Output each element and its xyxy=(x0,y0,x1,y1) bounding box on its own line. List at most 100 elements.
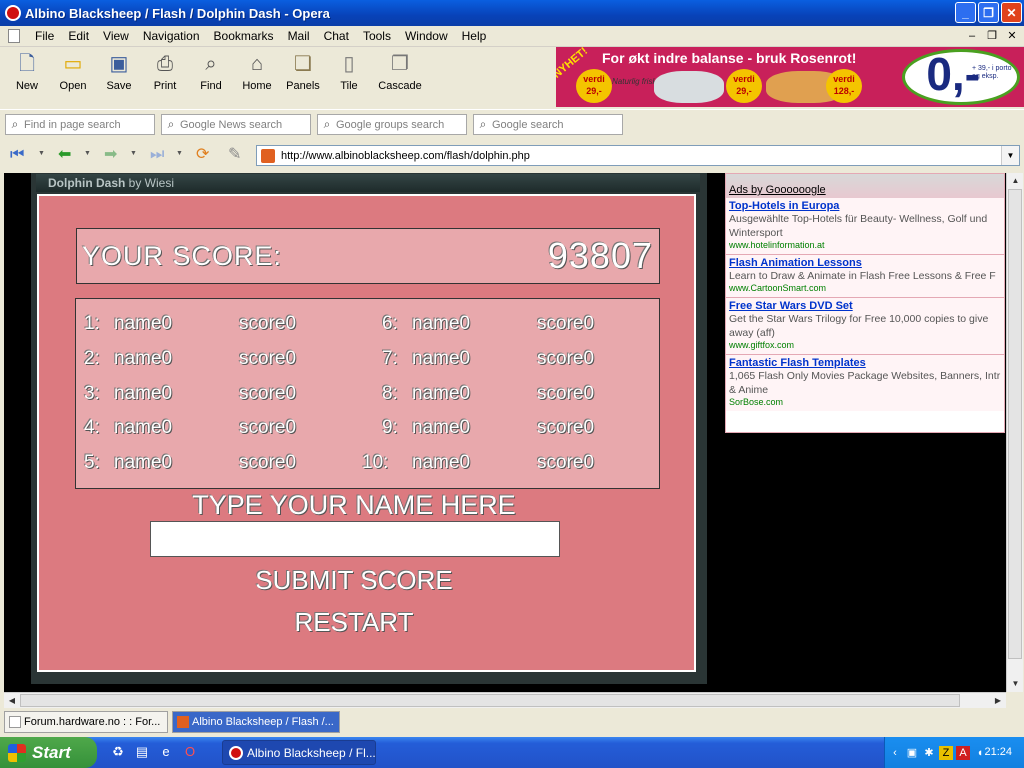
vertical-scroll-thumb[interactable] xyxy=(1008,189,1022,659)
opera-quicklaunch-icon[interactable]: O xyxy=(182,744,198,760)
score-label: YOUR SCORE: xyxy=(82,241,283,271)
house-icon: ⌂ xyxy=(250,53,264,75)
find-button[interactable]: ⌕ Find xyxy=(188,47,234,105)
recycle-icon[interactable]: ♻ xyxy=(110,744,126,760)
restart-button[interactable]: RESTART xyxy=(149,607,559,638)
banner-headline: For økt indre balanse - bruk Rosenrot! xyxy=(602,50,857,66)
ad-title[interactable]: Free Star Wars DVD Set xyxy=(729,300,1001,312)
google-search-input[interactable]: ⌕ Google search xyxy=(473,114,623,135)
start-button[interactable]: Start xyxy=(0,737,97,768)
ad-url[interactable]: SorBose.com xyxy=(729,397,1001,407)
taskbar-opera-window[interactable]: Albino Blacksheep / Fl... xyxy=(222,740,376,765)
menu-chat[interactable]: Chat xyxy=(317,29,356,43)
search-icon: ⌕ xyxy=(167,117,175,131)
document-icon[interactable] xyxy=(8,29,20,43)
menu-window[interactable]: Window xyxy=(398,29,455,43)
language-icon[interactable]: Z xyxy=(939,745,953,760)
ad-banner[interactable]: NYHET! For økt indre balanse - bruk Rose… xyxy=(556,47,1024,107)
menu-edit[interactable]: Edit xyxy=(61,29,96,43)
menu-help[interactable]: Help xyxy=(455,29,494,43)
address-field[interactable]: http://www.albinoblacksheep.com/flash/do… xyxy=(256,145,1020,166)
scroll-right-icon[interactable]: ▶ xyxy=(990,693,1006,708)
entry-name: name0 xyxy=(412,452,471,473)
page-minimize-button[interactable]: – xyxy=(964,29,980,43)
antivirus-icon[interactable]: A xyxy=(956,745,970,760)
menu-tools[interactable]: Tools xyxy=(356,29,398,43)
ad-item[interactable]: Top-Hotels in Europa Ausgewählte Top-Hot… xyxy=(726,198,1004,255)
google-groups-input[interactable]: ⌕ Google groups search xyxy=(317,114,467,135)
system-tray: ‹ ▣ ✱ Z A ◖ 21:24 xyxy=(884,737,1024,768)
ad-title[interactable]: Fantastic Flash Templates xyxy=(729,357,1001,369)
fast-forward-button[interactable]: ⏭ xyxy=(150,144,164,166)
title-bar: Albino Blacksheep / Flash / Dolphin Dash… xyxy=(0,0,1024,26)
horizontal-scroll-thumb[interactable] xyxy=(20,694,960,707)
google-news-input[interactable]: ⌕ Google News search xyxy=(161,114,311,135)
page-icon xyxy=(9,716,21,728)
new-button[interactable]: 🗋 New xyxy=(4,47,50,105)
ad-url[interactable]: www.hotelinformation.at xyxy=(729,240,1001,250)
menu-bookmarks[interactable]: Bookmarks xyxy=(207,29,281,43)
network-icon[interactable]: ▣ xyxy=(905,746,919,760)
cascade-button[interactable]: ❐ Cascade xyxy=(372,47,428,105)
forward-button[interactable]: ➡ xyxy=(104,144,117,166)
page-tab-forum[interactable]: Forum.hardware.no : : For... xyxy=(4,711,168,733)
menu-file[interactable]: File xyxy=(28,29,61,43)
tile-button[interactable]: ▯ Tile xyxy=(326,47,372,105)
tray-app-icon[interactable]: ✱ xyxy=(922,746,936,760)
home-button[interactable]: ⌂ Home xyxy=(234,47,280,105)
page-tab-dolphin[interactable]: Albino Blacksheep / Flash /... xyxy=(172,711,340,733)
opera-icon xyxy=(229,745,243,760)
ads-title[interactable]: Ads by Goooooogle xyxy=(726,174,1004,198)
player-name-input[interactable] xyxy=(150,521,560,557)
print-button[interactable]: ⎙ Print xyxy=(142,47,188,105)
close-button[interactable]: ✕ xyxy=(1001,2,1022,23)
ad-url[interactable]: www.giftfox.com xyxy=(729,340,1001,350)
printer-icon: ⎙ xyxy=(157,53,173,75)
search-icon: ⌕ xyxy=(11,117,19,131)
entry-name: name0 xyxy=(412,417,471,438)
back-button[interactable]: ⬅ xyxy=(58,144,71,166)
tray-expand-icon[interactable]: ‹ xyxy=(888,746,902,760)
menu-navigation[interactable]: Navigation xyxy=(136,29,207,43)
menu-view[interactable]: View xyxy=(96,29,136,43)
ad-item[interactable]: Fantastic Flash Templates 1,065 Flash On… xyxy=(726,355,1004,411)
find-in-page-input[interactable]: ⌕ Find in page search xyxy=(5,114,155,135)
ad-title[interactable]: Flash Animation Lessons xyxy=(729,257,1001,269)
forward-dropdown-icon[interactable]: ▼ xyxy=(130,150,137,157)
open-button[interactable]: ▭ Open xyxy=(50,47,96,105)
search-bar: ⌕ Find in page search ⌕ Google News search… xyxy=(0,109,1024,138)
fast-forward-dropdown-icon[interactable]: ▼ xyxy=(176,150,183,157)
flash-game[interactable]: YOUR SCORE: 93807 1: name0 score0 2: nam… xyxy=(37,194,696,672)
banner-fineprint: + 39,- i porto og eksp. xyxy=(972,65,1012,80)
horizontal-scrollbar[interactable]: ◀ ▶ xyxy=(4,692,1006,708)
rank-label: 9: xyxy=(382,417,398,438)
panels-button[interactable]: ❏ Panels xyxy=(280,47,326,105)
rewind-dropdown-icon[interactable]: ▼ xyxy=(38,150,45,157)
ad-item[interactable]: Flash Animation Lessons Learn to Draw & … xyxy=(726,255,1004,298)
submit-score-button[interactable]: SUBMIT SCORE xyxy=(149,565,559,596)
rank-label: 5: xyxy=(84,452,100,473)
vertical-scrollbar[interactable]: ▲ ▼ xyxy=(1006,173,1023,692)
ad-item[interactable]: Free Star Wars DVD Set Get the Star Wars… xyxy=(726,298,1004,355)
page-restore-button[interactable]: ❐ xyxy=(984,29,1000,43)
maximize-button[interactable]: ❐ xyxy=(978,2,999,23)
scroll-left-icon[interactable]: ◀ xyxy=(4,693,20,708)
scroll-up-icon[interactable]: ▲ xyxy=(1007,173,1024,189)
entry-score: score0 xyxy=(537,313,595,334)
explorer-folder-icon[interactable]: ▤ xyxy=(134,744,150,760)
ad-url[interactable]: www.CartoonSmart.com xyxy=(729,283,1001,293)
address-dropdown-icon[interactable]: ▼ xyxy=(1001,146,1019,165)
internet-explorer-icon[interactable]: e xyxy=(158,744,174,760)
reload-button[interactable]: ⟳ xyxy=(196,144,209,166)
rewind-button[interactable]: ⏮ xyxy=(10,144,24,166)
page-close-button[interactable]: ✕ xyxy=(1004,29,1020,43)
ad-title[interactable]: Top-Hotels in Europa xyxy=(729,200,1001,212)
scroll-down-icon[interactable]: ▼ xyxy=(1007,676,1024,692)
back-dropdown-icon[interactable]: ▼ xyxy=(84,150,91,157)
menu-mail[interactable]: Mail xyxy=(281,29,317,43)
ad-description: Get the Star Wars Trilogy for Free 10,00… xyxy=(729,313,989,339)
page-tab-label: Forum.hardware.no : : For... xyxy=(24,716,161,728)
save-button[interactable]: ▣ Save xyxy=(96,47,142,105)
edit-page-button[interactable]: ✎ xyxy=(228,144,241,166)
minimize-button[interactable]: _ xyxy=(955,2,976,23)
